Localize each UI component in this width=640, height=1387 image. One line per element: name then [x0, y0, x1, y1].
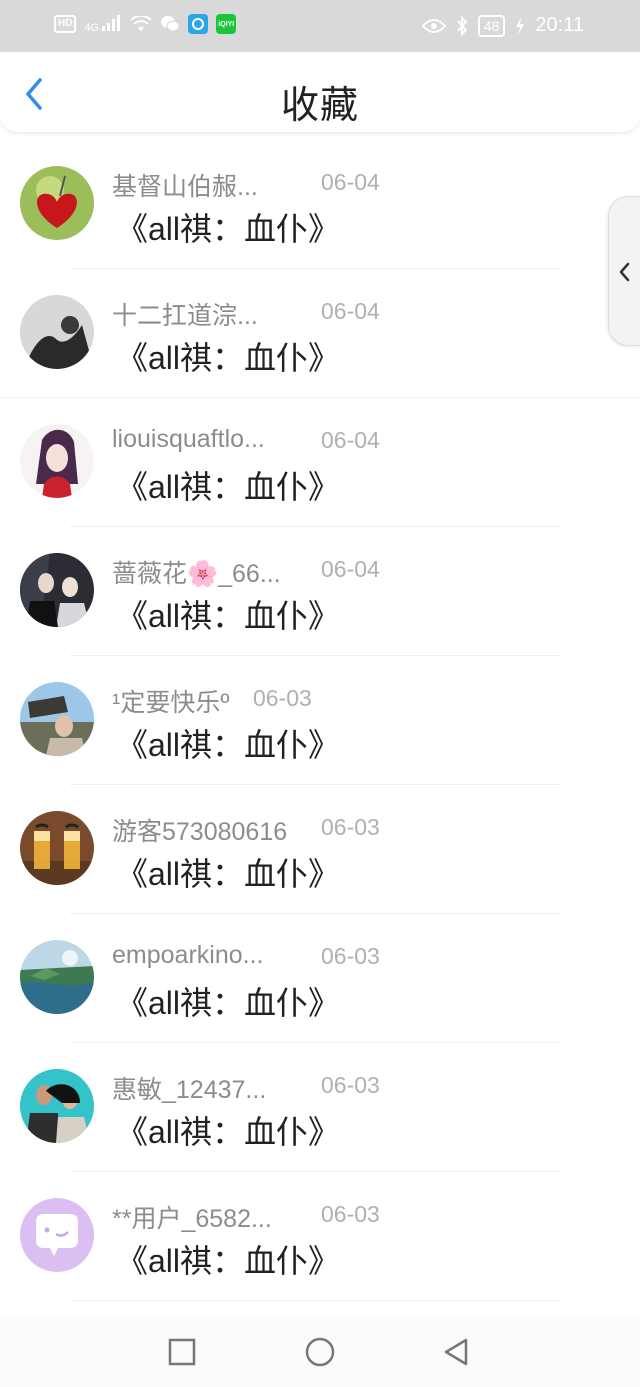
bluetooth-icon [457, 15, 468, 36]
app-icon-qq-browser [188, 14, 209, 34]
username: liouisquaftlo... [112, 425, 265, 453]
date: 06-03 [321, 814, 380, 840]
book-title[interactable]: 《all祺：血仆》 [116, 1107, 340, 1153]
list-item[interactable]: 基督山伯赧... 06-04 《all祺：血仆》 [0, 140, 640, 269]
status-right: 48 20:11 [421, 14, 584, 37]
list-item[interactable]: liouisquaftlo... 06-04 《all祺：血仆》 [0, 398, 640, 527]
divider [70, 1300, 560, 1301]
list-item[interactable]: 十二扛道淙... 06-04 《all祺：血仆》 [0, 269, 640, 398]
avatar [20, 553, 94, 627]
date: 06-03 [253, 685, 312, 711]
date: 06-04 [321, 427, 380, 453]
username: 游客573080616 [112, 818, 288, 846]
avatar [20, 424, 94, 498]
book-title[interactable]: 《all祺：血仆》 [116, 978, 340, 1024]
header: 收藏 [0, 52, 640, 132]
wechat-icon [161, 16, 180, 32]
book-title[interactable]: 《all祺：血仆》 [116, 849, 340, 895]
floating-side-handle[interactable] [608, 196, 640, 346]
username: empoarkino... [112, 941, 264, 969]
book-title[interactable]: 《all祺：血仆》 [116, 333, 340, 379]
username: 惠敏_12437... [112, 1076, 267, 1104]
page-title: 收藏 [280, 85, 359, 127]
status-left: HD 4G iQIYI [54, 14, 237, 34]
wifi-icon [130, 16, 152, 31]
date: 06-04 [321, 298, 380, 324]
date: 06-03 [321, 1201, 380, 1227]
avatar [20, 940, 94, 1014]
book-title[interactable]: 《all祺：血仆》 [116, 720, 340, 766]
username: ¹定要快乐º [112, 689, 230, 717]
date: 06-04 [321, 169, 380, 195]
list-item[interactable]: ¹定要快乐º 06-03 《all祺：血仆》 [0, 656, 640, 785]
book-title[interactable]: 《all祺：血仆》 [116, 204, 340, 250]
username: **用户_6582... [112, 1205, 272, 1233]
hd-badge: HD [54, 15, 77, 33]
clock: 20:11 [535, 14, 584, 36]
status-bar: HD 4G iQIYI 48 20:11 [0, 0, 640, 52]
recent-apps-button[interactable] [166, 1336, 198, 1368]
book-title[interactable]: 《all祺：血仆》 [116, 1236, 340, 1282]
username: 基督山伯赧... [112, 173, 258, 201]
list-item[interactable]: 蔷薇花🌸_66... 06-04 《all祺：血仆》 [0, 527, 640, 656]
charging-icon [516, 16, 525, 35]
chevron-left-icon [619, 262, 630, 282]
eye-icon [421, 18, 446, 33]
date: 06-03 [321, 943, 380, 969]
favorites-list: 基督山伯赧... 06-04 《all祺：血仆》 十二扛道淙... 06-04 … [0, 140, 640, 1301]
iqiyi-icon: iQIYI [216, 14, 237, 34]
list-item[interactable]: empoarkino... 06-03 《all祺：血仆》 [0, 914, 640, 1043]
list-item[interactable]: 游客573080616 06-03 《all祺：血仆》 [0, 785, 640, 914]
username: 十二扛道淙... [112, 302, 258, 330]
back-nav-button[interactable] [440, 1336, 472, 1368]
square-icon [168, 1338, 196, 1366]
list-item[interactable]: **用户_6582... 06-03 《all祺：血仆》 [0, 1172, 640, 1301]
signal-icon: 4G [84, 14, 122, 34]
triangle-back-icon [444, 1338, 468, 1366]
avatar [20, 1198, 94, 1272]
home-button[interactable] [304, 1336, 336, 1368]
avatar [20, 811, 94, 885]
book-title[interactable]: 《all祺：血仆》 [116, 591, 340, 637]
avatar [20, 682, 94, 756]
book-title[interactable]: 《all祺：血仆》 [116, 462, 340, 508]
avatar [20, 1069, 94, 1143]
date: 06-04 [321, 556, 380, 582]
system-nav-bar [0, 1316, 640, 1387]
avatar [20, 166, 94, 240]
network-type-label: 4G [84, 21, 100, 34]
circle-icon [305, 1337, 335, 1367]
list-item[interactable]: 惠敏_12437... 06-03 《all祺：血仆》 [0, 1043, 640, 1172]
battery-icon: 48 [477, 14, 506, 37]
avatar [20, 295, 94, 369]
username: 蔷薇花🌸_66... [112, 560, 281, 588]
date: 06-03 [321, 1072, 380, 1098]
